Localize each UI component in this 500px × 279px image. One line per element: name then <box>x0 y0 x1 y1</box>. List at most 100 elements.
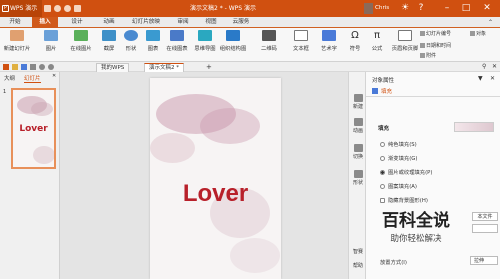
panel-close-icon[interactable]: ✕ <box>52 73 56 79</box>
skin-icon[interactable]: ☀ <box>398 0 412 17</box>
header-footer-button[interactable]: 页眉和页脚 <box>392 30 418 52</box>
thumb-texture <box>33 146 54 164</box>
texture-dropdown[interactable] <box>472 224 498 233</box>
title-icon-strip <box>44 4 94 13</box>
tab-review[interactable]: 审阅 <box>170 17 196 28</box>
fill-pattern-option[interactable]: 图案填充(A) <box>380 182 417 190</box>
print-icon[interactable] <box>74 5 81 12</box>
watermark-line2: 助你轻松解决 <box>390 234 442 244</box>
date-time-button[interactable]: 日期和时间 <box>420 43 451 50</box>
doc-tab-presentation[interactable]: 演示文稿2 * <box>144 63 184 72</box>
slide-number-icon <box>420 31 425 36</box>
tab-design[interactable]: 设计 <box>64 17 90 28</box>
maximize-icon[interactable]: □ <box>459 0 473 17</box>
slide-thumbnail[interactable]: Lover <box>11 88 56 169</box>
slide-number: 1 <box>3 89 7 95</box>
side-shape-button[interactable]: 形状 <box>350 170 366 186</box>
online-chart-button[interactable]: 在线图表 <box>166 30 188 52</box>
watermark-line1: 百科全说 <box>382 211 450 231</box>
props-close-icon[interactable]: ✕ <box>490 75 495 82</box>
omega-icon: Ω <box>351 30 359 41</box>
hide-background-checkbox[interactable] <box>380 198 385 203</box>
fill-picture-radio[interactable] <box>380 170 385 175</box>
thumb-title: Lover <box>19 124 48 134</box>
textbox-button[interactable]: 文本框 <box>290 30 312 52</box>
slides-tab[interactable]: 幻灯片 <box>24 74 41 83</box>
ribbon-toggle-icon[interactable]: ⌃ <box>488 19 496 26</box>
attachment-button[interactable]: 附件 <box>420 53 436 60</box>
new-slide-button[interactable]: 新建幻灯片 <box>4 30 30 52</box>
stretch-dropdown[interactable]: 拉伸 <box>470 256 498 265</box>
close-icon[interactable]: ✕ <box>480 0 494 17</box>
object-button[interactable]: 对象 <box>470 31 486 38</box>
fill-preview[interactable] <box>454 122 494 132</box>
tab-cloud[interactable]: 云服务 <box>228 17 254 28</box>
slide-texture <box>200 108 260 144</box>
new-tab-button[interactable]: + <box>206 62 212 72</box>
shape-icon <box>353 170 363 178</box>
undo-icon[interactable] <box>39 64 45 70</box>
screenshot-icon <box>102 30 116 41</box>
fill-pattern-radio[interactable] <box>380 184 385 189</box>
fill-gradient-radio[interactable] <box>380 156 385 161</box>
online-picture-button[interactable]: 在线图片 <box>70 30 92 52</box>
props-menu-icon[interactable]: ▼ <box>478 75 483 82</box>
redo-icon[interactable] <box>48 64 54 70</box>
search-icon[interactable]: ⚲ <box>482 63 486 70</box>
picture-button[interactable]: 图片 <box>40 30 62 52</box>
slide[interactable]: Lover <box>150 78 281 279</box>
picture-icon <box>44 30 58 41</box>
hide-background-option[interactable]: 隐藏背景图形(H) <box>380 196 428 204</box>
new-doc-icon[interactable] <box>3 64 9 70</box>
transition-icon <box>353 144 363 152</box>
local-file-button[interactable]: 本文件 <box>472 212 498 221</box>
fill-solid-radio[interactable] <box>380 142 385 147</box>
slide-number-button[interactable]: 幻灯片编号 <box>420 31 451 38</box>
fill-gradient-option[interactable]: 渐变填充(G) <box>380 154 417 162</box>
animation-icon <box>353 118 363 126</box>
tab-slideshow[interactable]: 幻灯片放映 <box>128 17 164 28</box>
app-menu-button[interactable]: P WPS 演示 <box>0 0 42 17</box>
new-slide-icon <box>10 30 24 41</box>
print-icon[interactable] <box>30 64 36 70</box>
mindmap-button[interactable]: 思维导图 <box>194 30 216 52</box>
slide-title[interactable]: Lover <box>150 180 281 208</box>
user-avatar[interactable] <box>364 3 373 14</box>
tab-animation[interactable]: 动画 <box>96 17 122 28</box>
side-smart-button[interactable]: 智赛 <box>350 248 366 255</box>
side-transition-button[interactable]: 切换 <box>350 144 366 160</box>
save-icon[interactable] <box>44 5 51 12</box>
help-icon[interactable]: ? <box>414 0 428 17</box>
doc-tab-mywps[interactable]: 我的WPS <box>96 63 130 72</box>
redo-icon[interactable] <box>64 5 71 12</box>
side-new-button[interactable]: 新建 <box>350 94 366 110</box>
qrcode-icon <box>262 30 276 41</box>
qrcode-button[interactable]: 二维码 <box>258 30 280 52</box>
wps-logo-icon: P <box>2 5 9 12</box>
tab-view[interactable]: 视图 <box>198 17 224 28</box>
new-icon <box>353 94 363 102</box>
side-animation-button[interactable]: 动画 <box>350 118 366 134</box>
tab-home[interactable]: 开始 <box>2 17 28 28</box>
side-help-button[interactable]: 帮助 <box>350 262 366 269</box>
fill-tab[interactable]: 填充 <box>366 87 500 97</box>
ribbon-toolbar: 新建幻灯片 图片 在线图片 截屏 形状 图表 在线图表 思维导图 组织结构图 二… <box>0 28 500 62</box>
org-chart-button[interactable]: 组织结构图 <box>220 30 246 52</box>
chart-icon <box>146 30 160 41</box>
save-icon[interactable] <box>21 64 27 70</box>
formula-button[interactable]: π 公式 <box>366 30 388 52</box>
window-title: 演示文稿2 * - WPS 演示 <box>190 5 256 12</box>
minimize-icon[interactable]: – <box>440 0 454 17</box>
undo-icon[interactable] <box>54 5 61 12</box>
shape-icon <box>124 30 138 41</box>
outline-tab[interactable]: 大纲 <box>4 74 15 82</box>
tab-insert[interactable]: 插入 <box>32 17 58 28</box>
ribbon-tabs: 开始 插入 设计 动画 幻灯片放映 审阅 视图 云服务 ⌃ <box>0 17 500 28</box>
fill-solid-option[interactable]: 纯色填充(S) <box>380 140 417 148</box>
close-tab-icon[interactable]: ✕ <box>492 62 497 72</box>
mindmap-icon <box>198 30 212 41</box>
fill-picture-option[interactable]: 图片或纹理填充(P) <box>380 168 432 176</box>
user-name[interactable]: Chris <box>375 0 389 17</box>
open-icon[interactable] <box>12 64 18 70</box>
offset-label: 放置方式(I) <box>380 260 407 266</box>
